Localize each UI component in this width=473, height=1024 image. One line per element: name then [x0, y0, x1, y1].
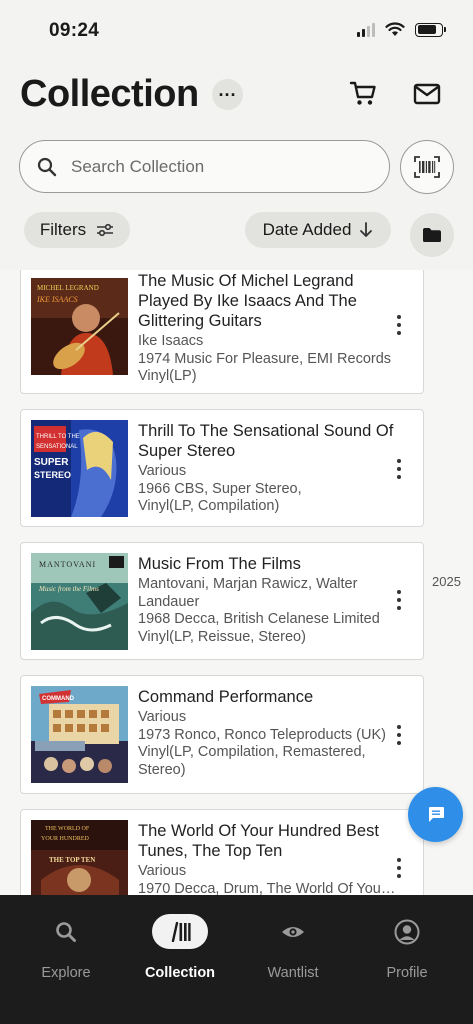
barcode-icon	[414, 156, 440, 178]
filters-label: Filters	[39, 220, 87, 239]
album-cover: COMMAND	[31, 686, 128, 783]
sort-label: Date Added	[262, 220, 352, 239]
more-vertical-icon[interactable]	[389, 584, 409, 616]
arrow-down-icon	[360, 222, 373, 237]
folder-button[interactable]	[410, 213, 454, 257]
search-field[interactable]	[19, 140, 390, 193]
bottom-tab-bar: Explore Collection Wantlist Profile	[0, 895, 473, 1024]
record-format: Vinyl(LP, Compilation)	[138, 498, 280, 514]
record-release: 1973 Ronco, Ronco Teleproducts (UK)	[138, 726, 386, 743]
more-vertical-icon[interactable]	[389, 719, 409, 751]
more-options-button[interactable]: ···	[212, 79, 243, 110]
album-cover: MICHEL LEGRAND IKE ISAACS	[31, 278, 128, 375]
status-icons	[357, 22, 446, 37]
record-title: Music From The Films	[138, 555, 301, 573]
record-info: Command Performance Various 1973 Ronco, …	[138, 687, 396, 779]
svg-text:THRILL TO THE: THRILL TO THE	[36, 434, 80, 440]
folder-icon	[423, 228, 441, 242]
svg-text:Music from the Films: Music from the Films	[38, 585, 99, 593]
svg-text:SUPER: SUPER	[34, 457, 69, 468]
tab-label: Wantlist	[267, 965, 319, 981]
tab-wantlist[interactable]: Wantlist	[243, 913, 343, 981]
search-input[interactable]	[71, 156, 351, 177]
record-card[interactable]: THE WORLD OF YOUR HUNDRED THE TOP TEN Th…	[20, 809, 424, 895]
svg-text:STEREO: STEREO	[34, 470, 71, 480]
svg-text:SENSATIONAL: SENSATIONAL	[36, 444, 78, 450]
record-title: The Music Of Michel Legrand Played By Ik…	[138, 272, 357, 330]
tab-collection[interactable]: Collection	[130, 913, 230, 981]
record-format: Vinyl(LP)	[138, 368, 197, 384]
cart-icon[interactable]	[348, 78, 378, 108]
record-info: Thrill To The Sensational Sound Of Super…	[138, 421, 396, 516]
svg-text:YOUR HUNDRED: YOUR HUNDRED	[41, 836, 90, 842]
record-info: Music From The Films Mantovani, Marjan R…	[138, 554, 396, 646]
wifi-icon	[385, 22, 405, 36]
tab-label: Collection	[144, 965, 216, 981]
collection-icon	[171, 921, 191, 942]
record-artist: Various	[138, 709, 187, 725]
eye-icon	[282, 926, 304, 937]
battery-icon	[415, 22, 446, 37]
profile-icon	[394, 919, 420, 944]
status-bar: 09:24	[0, 0, 473, 60]
record-card[interactable]: COMMAND Command Performance Various 1973…	[20, 675, 424, 794]
svg-text:COMMAND: COMMAND	[42, 696, 75, 702]
record-card[interactable]: MICHEL LEGRAND IKE ISAACS The Music Of M…	[20, 270, 424, 394]
record-title: Command Performance	[138, 688, 314, 706]
record-info: The Music Of Michel Legrand Played By Ik…	[138, 271, 396, 386]
record-artist: Mantovani, Marjan Rawicz, Walter Landaue…	[138, 576, 358, 610]
sliders-icon	[97, 223, 114, 237]
svg-text:THE WORLD OF: THE WORLD OF	[45, 826, 90, 832]
record-artist: Ike Isaacs	[138, 333, 204, 349]
record-release: 1966 CBS, Super Stereo,	[138, 480, 302, 497]
svg-text:MICHEL LEGRAND: MICHEL LEGRAND	[37, 284, 99, 292]
mail-icon[interactable]	[412, 80, 442, 108]
more-icon: ···	[218, 84, 237, 105]
record-release: 1970 Decca, Drum, The World Of Your Hund…	[138, 880, 396, 896]
album-cover: MANTOVANI Music from the Films	[31, 553, 128, 650]
record-format: Vinyl(LP, Reissue, Stereo)	[138, 628, 306, 645]
tab-profile[interactable]: Profile	[357, 913, 457, 981]
record-card[interactable]: MANTOVANI Music from the Films Music Fro…	[20, 542, 424, 660]
svg-text:THE TOP TEN: THE TOP TEN	[49, 856, 95, 864]
record-card[interactable]: THRILL TO THE SENSATIONAL SUPER STEREO T…	[20, 409, 424, 527]
record-artist: Various	[138, 463, 187, 479]
more-vertical-icon[interactable]	[389, 453, 409, 485]
chat-button[interactable]	[408, 787, 463, 842]
record-release: 1974 Music For Pleasure, EMI Records	[138, 350, 392, 367]
cellular-signal-icon	[357, 22, 375, 37]
collection-list[interactable]: MICHEL LEGRAND IKE ISAACS The Music Of M…	[0, 270, 473, 895]
record-title: The World Of Your Hundred Best Tunes, Th…	[138, 822, 379, 860]
chat-icon	[428, 807, 444, 822]
record-release: 1968 Decca, British Celanese Limited	[138, 611, 380, 627]
more-vertical-icon[interactable]	[389, 852, 409, 884]
record-format: Vinyl(LP, Compilation, Remastered, Stere…	[138, 744, 366, 778]
tab-label: Explore	[41, 965, 91, 981]
search-icon	[37, 157, 57, 176]
filters-button[interactable]: Filters	[24, 212, 130, 248]
album-cover: THRILL TO THE SENSATIONAL SUPER STEREO	[31, 420, 128, 517]
album-cover: THE WORLD OF YOUR HUNDRED THE TOP TEN	[31, 820, 128, 895]
active-tab-indicator	[152, 914, 208, 949]
sort-button[interactable]: Date Added	[245, 212, 391, 248]
record-info: The World Of Your Hundred Best Tunes, Th…	[138, 821, 396, 895]
collection-header: Collection ··· Filters	[0, 60, 473, 270]
year-scrubber-label[interactable]: 2025	[432, 574, 461, 589]
svg-text:MANTOVANI: MANTOVANI	[39, 560, 96, 569]
record-artist: Various	[138, 863, 187, 879]
barcode-scan-button[interactable]	[400, 140, 454, 194]
status-time: 09:24	[49, 20, 100, 41]
page-title: Collection	[20, 73, 199, 115]
svg-text:IKE ISAACS: IKE ISAACS	[36, 295, 78, 304]
record-title: Thrill To The Sensational Sound Of Super…	[138, 422, 394, 460]
tab-label: Profile	[386, 965, 428, 981]
tab-explore[interactable]: Explore	[16, 913, 116, 981]
search-icon	[56, 921, 76, 942]
more-vertical-icon[interactable]	[389, 309, 409, 341]
